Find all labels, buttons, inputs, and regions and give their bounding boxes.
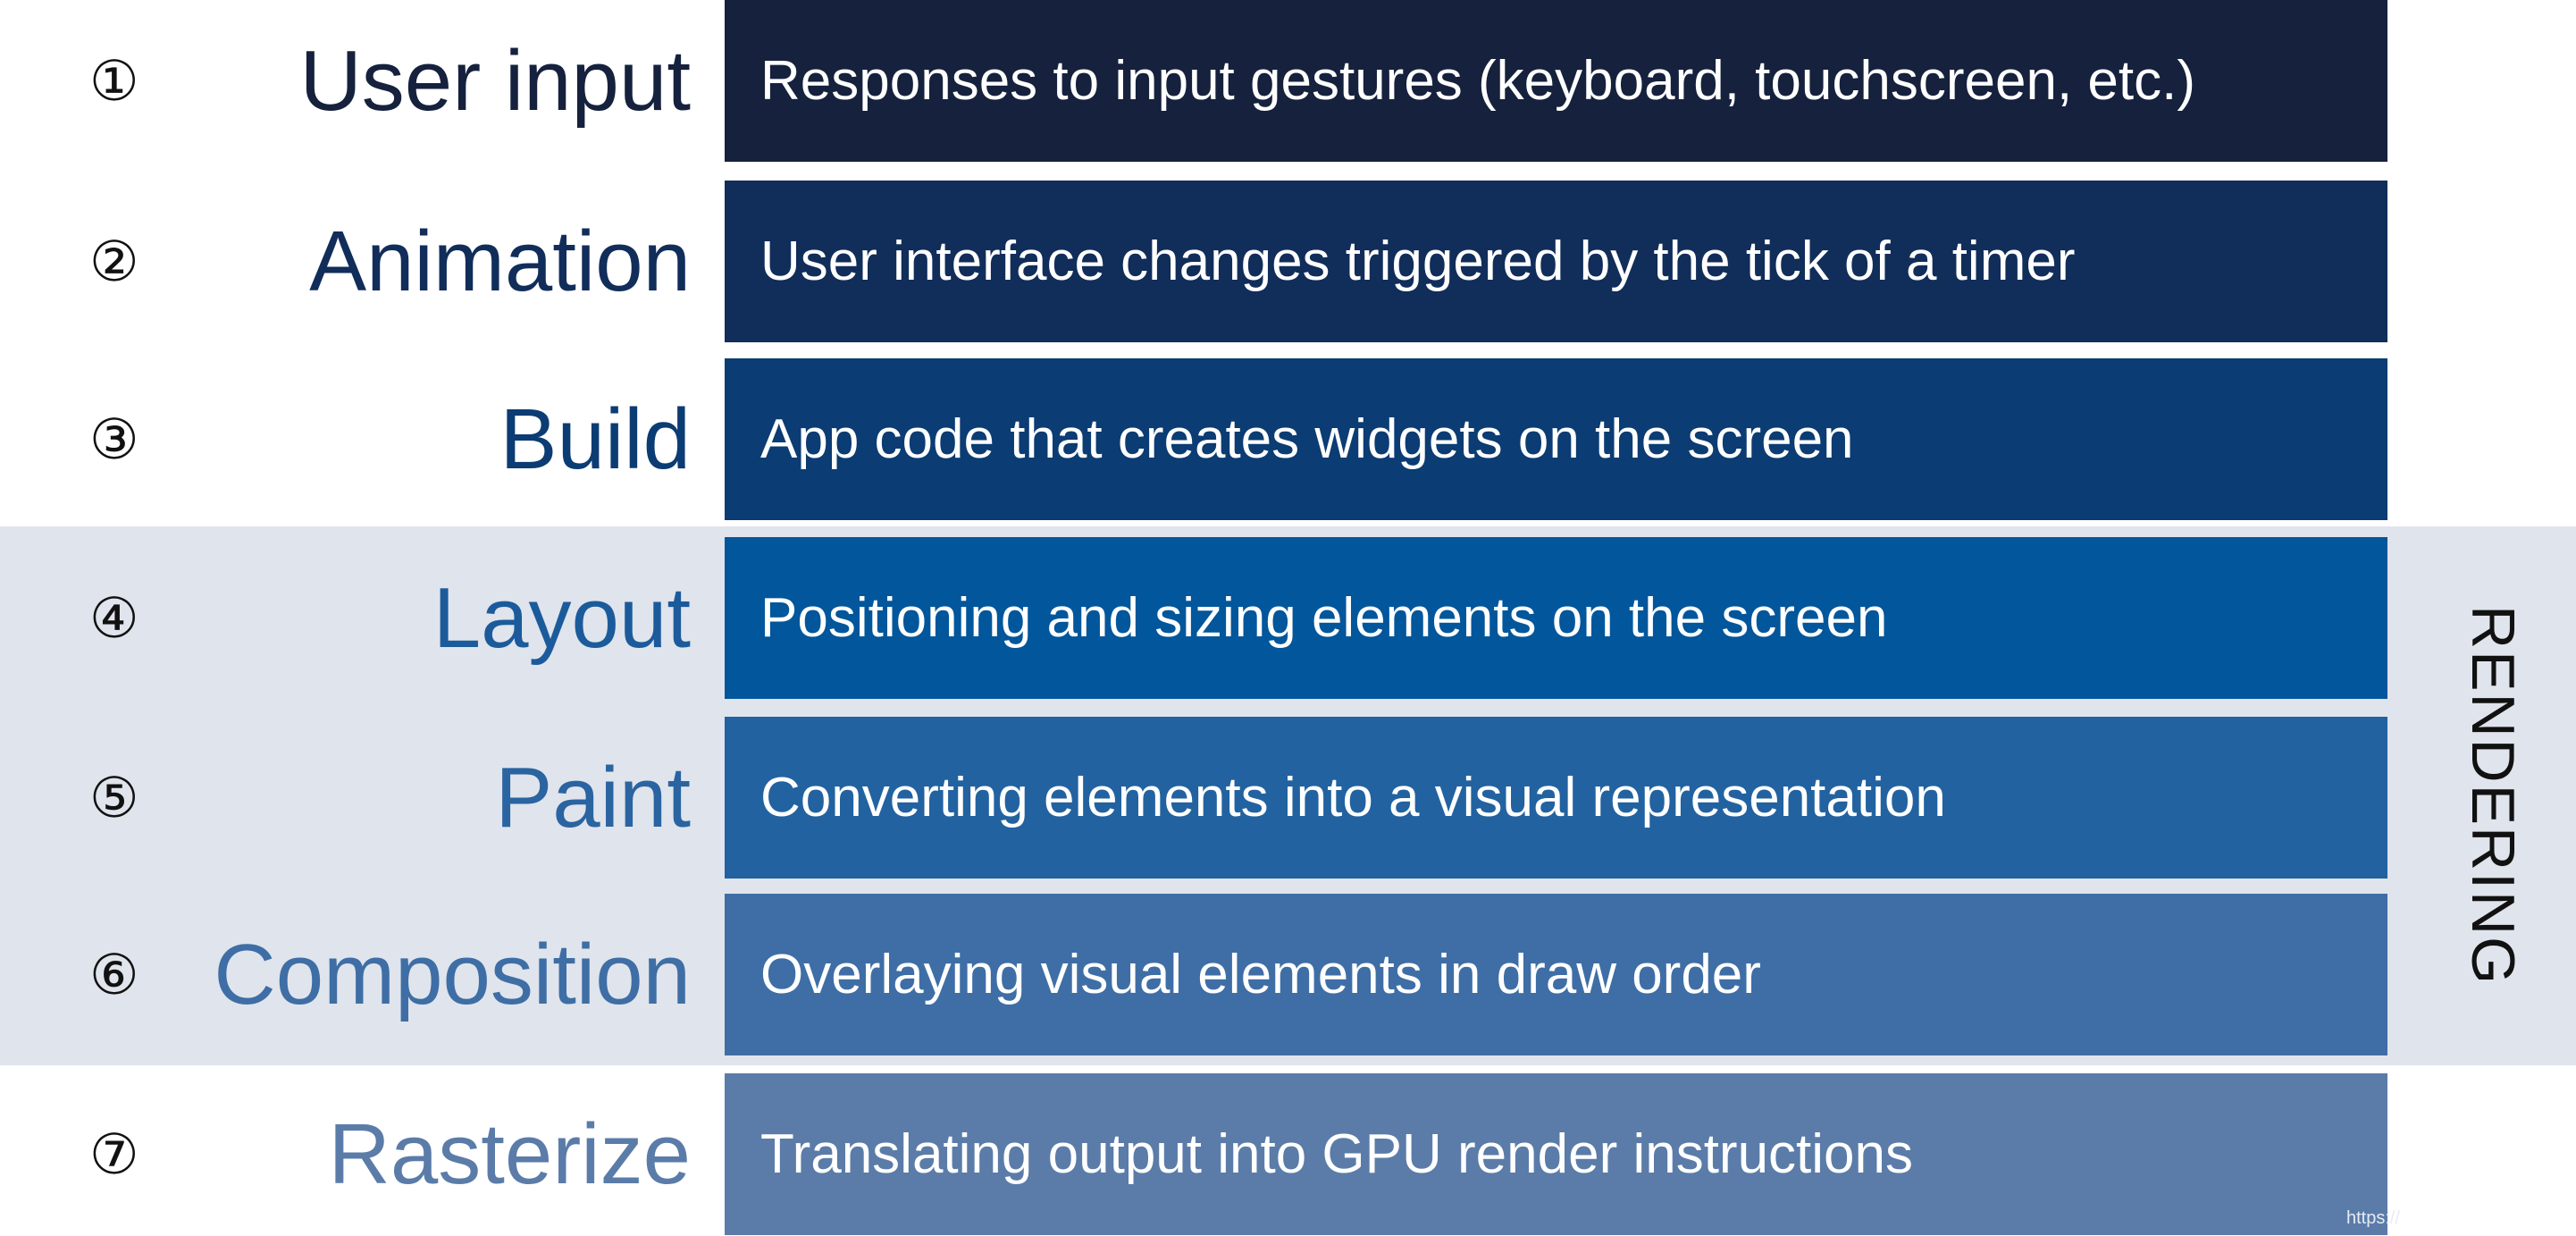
stage-row: ④ Layout Positioning and sizing elements… <box>0 537 2576 699</box>
stage-description: Overlaying visual elements in draw order <box>725 894 2387 1055</box>
stage-name: Composition <box>214 927 691 1022</box>
stage-number: ① <box>89 48 139 114</box>
stage-row: ⑦ Rasterize Translating output into GPU … <box>0 1073 2576 1235</box>
stage-row: ⑤ Paint Converting elements into a visua… <box>0 717 2576 879</box>
stage-description: Translating output into GPU render instr… <box>725 1073 2387 1235</box>
stage-description: Converting elements into a visual repres… <box>725 717 2387 879</box>
stage-description: App code that creates widgets on the scr… <box>725 358 2387 520</box>
stage-name: Paint <box>495 750 691 845</box>
stage-name: Layout <box>432 570 691 666</box>
stage-description: User interface changes triggered by the … <box>725 181 2387 342</box>
stage-number: ② <box>89 229 139 294</box>
stage-description: Responses to input gestures (keyboard, t… <box>725 0 2387 162</box>
stage-row: ⑥ Composition Overlaying visual elements… <box>0 894 2576 1055</box>
stage-name: Build <box>499 391 691 487</box>
rendering-group-label: RENDERING <box>2459 604 2527 987</box>
stage-number: ⑤ <box>89 765 139 830</box>
stage-number: ⑥ <box>89 942 139 1007</box>
stage-name: User input <box>299 33 691 129</box>
stage-number: ④ <box>89 585 139 651</box>
watermark: https:// <box>2346 1208 2401 1228</box>
stage-name: Animation <box>309 214 691 309</box>
stage-row: ① User input Responses to input gestures… <box>0 0 2576 162</box>
stage-number: ③ <box>89 407 139 472</box>
stage-description: Positioning and sizing elements on the s… <box>725 537 2387 699</box>
stage-number: ⑦ <box>89 1122 139 1187</box>
stage-row: ③ Build App code that creates widgets on… <box>0 358 2576 520</box>
stage-name: Rasterize <box>328 1106 691 1202</box>
stage-row: ② Animation User interface changes trigg… <box>0 181 2576 342</box>
